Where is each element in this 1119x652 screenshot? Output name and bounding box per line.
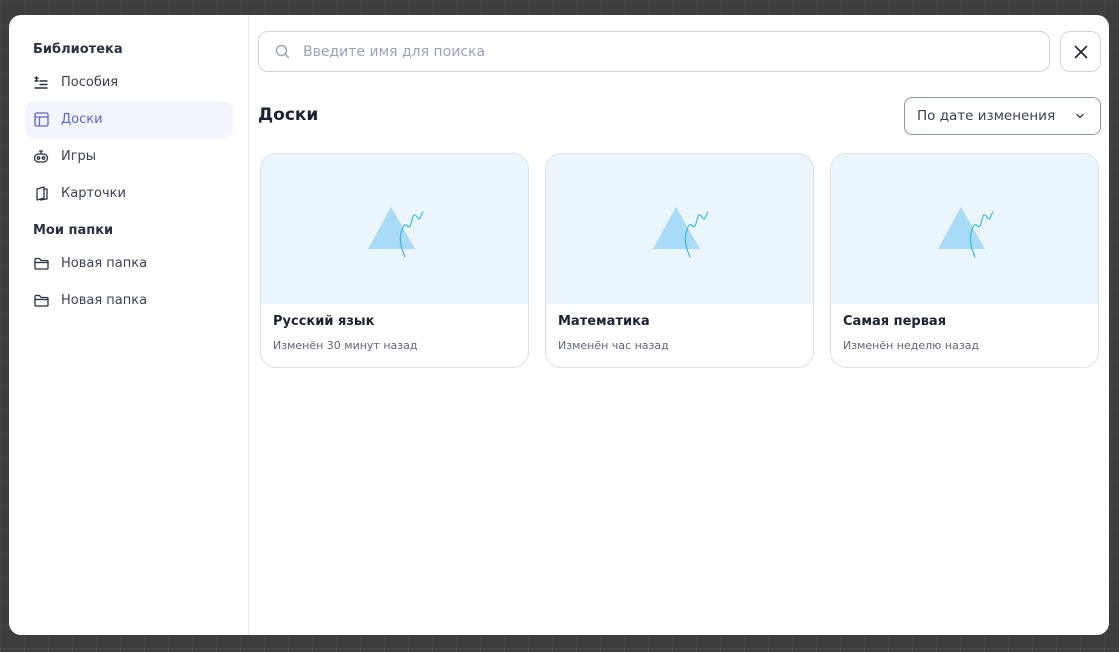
board-card[interactable]: Русский язык Изменён 30 минут назад	[260, 153, 529, 368]
board-placeholder-icon	[367, 207, 424, 258]
sidebar-item-doski[interactable]: Доски	[25, 101, 233, 138]
board-card[interactable]: Математика Изменён час назад	[545, 153, 814, 368]
folder-label: Новая папка	[61, 256, 148, 271]
card-thumbnail	[546, 154, 813, 304]
library-modal: Библиотека Пособия Доски Игры Карточки М…	[9, 15, 1109, 635]
search-input[interactable]	[303, 43, 1003, 60]
folder-label: Новая папка	[61, 293, 148, 308]
chevron-down-icon	[1074, 110, 1086, 122]
robot-icon	[33, 149, 49, 165]
card-title: Математика	[558, 314, 650, 329]
card-title: Русский язык	[273, 314, 375, 329]
library-section-title: Библиотека	[33, 42, 123, 57]
card-title: Самая первая	[843, 314, 947, 329]
sort-dropdown[interactable]: По дате изменения	[904, 97, 1101, 135]
search-bar[interactable]	[258, 31, 1050, 72]
folders-section-title: Мои папки	[33, 223, 114, 238]
sidebar-item-kartochki[interactable]: Карточки	[25, 175, 233, 212]
list-icon	[33, 75, 49, 91]
close-button[interactable]	[1060, 31, 1101, 72]
sidebar-item-label: Карточки	[61, 186, 126, 201]
sidebar-item-label: Пособия	[61, 75, 119, 90]
sidebar-item-igry[interactable]: Игры	[25, 138, 233, 175]
page-title: Доски	[258, 105, 319, 125]
folder-item[interactable]: Новая папка	[25, 245, 233, 282]
sidebar: Библиотека Пособия Доски Игры Карточки М…	[9, 15, 249, 635]
folder-item[interactable]: Новая папка	[25, 282, 233, 319]
book-icon	[33, 186, 49, 202]
search-icon	[275, 44, 291, 60]
sidebar-item-label: Доски	[61, 112, 103, 127]
board-layout-icon	[33, 112, 49, 128]
card-modified: Изменён 30 минут назад	[273, 339, 418, 352]
folder-icon	[33, 256, 49, 272]
main-panel: Доски По дате изменения Русский язык Изм…	[250, 15, 1109, 635]
board-placeholder-icon	[937, 207, 994, 258]
card-thumbnail	[261, 154, 528, 304]
card-thumbnail	[831, 154, 1098, 304]
folder-icon	[33, 293, 49, 309]
board-placeholder-icon	[652, 207, 709, 258]
board-card[interactable]: Самая первая Изменён неделю назад	[830, 153, 1099, 368]
close-icon	[1074, 45, 1088, 59]
card-modified: Изменён неделю назад	[843, 339, 980, 352]
card-modified: Изменён час назад	[558, 339, 669, 352]
sidebar-item-posobiya[interactable]: Пособия	[25, 64, 233, 101]
sort-label: По дате изменения	[917, 108, 1056, 124]
sidebar-item-label: Игры	[61, 149, 97, 164]
